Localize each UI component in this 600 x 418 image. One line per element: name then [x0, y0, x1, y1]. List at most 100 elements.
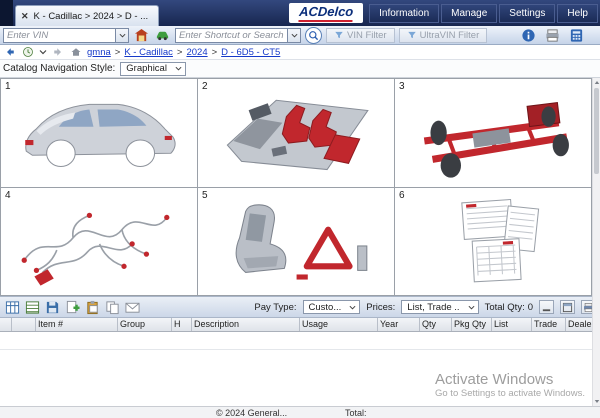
menu-help[interactable]: Help — [557, 4, 598, 23]
scroll-down-icon[interactable] — [593, 397, 600, 406]
home-icon[interactable] — [69, 46, 83, 59]
title-bar: ✕ K - Cadillac > 2024 > D - ... ACDelco … — [0, 0, 600, 26]
seat-warning-triangle-illustration — [209, 193, 382, 290]
history-icon[interactable] — [21, 46, 35, 59]
column-header-year[interactable]: Year — [378, 318, 420, 331]
scrollbar-thumb[interactable] — [594, 88, 599, 174]
search-icon — [308, 30, 319, 41]
breadcrumb-bar: gmna > K - Cadillac > 2024 > D - 6D5 - C… — [0, 45, 600, 60]
breadcrumb-separator: > — [177, 47, 183, 58]
column-header-h[interactable]: H — [172, 318, 192, 331]
search-dropdown-button[interactable] — [287, 28, 301, 43]
minimize-icon[interactable] — [539, 300, 554, 314]
catalog-cell-wiring[interactable]: 4 — [1, 188, 198, 297]
acdelco-logo: ACDelco — [289, 3, 363, 23]
cell-number: 3 — [399, 81, 405, 92]
cell-number: 5 — [202, 190, 208, 201]
total-qty: Total Qty: 0 — [485, 302, 533, 313]
forward-arrow-icon[interactable] — [51, 46, 65, 59]
shortcut-search-input[interactable] — [175, 28, 287, 43]
toolbar-right-icons — [520, 27, 585, 43]
column-header-qty[interactable]: Qty — [420, 318, 452, 331]
calculator-icon[interactable] — [568, 27, 585, 43]
catalog-cell-body[interactable]: 1 — [1, 79, 198, 188]
catalog-cell-chassis[interactable]: 3 — [395, 79, 592, 188]
breadcrumb-make[interactable]: K - Cadillac — [124, 47, 173, 58]
add-item-icon[interactable] — [64, 299, 81, 315]
panel-icon[interactable] — [560, 300, 575, 314]
breadcrumb-gmna[interactable]: gmna — [87, 47, 111, 58]
info-icon[interactable] — [520, 27, 537, 43]
main-toolbar: VIN Filter UltraVIN Filter — [0, 26, 600, 45]
chevron-down-icon — [349, 304, 356, 311]
column-header-pkg-qty[interactable]: Pkg Qty — [452, 318, 492, 331]
column-header-select[interactable] — [0, 318, 12, 331]
vertical-scrollbar[interactable] — [592, 78, 600, 406]
column-header-trade[interactable]: Trade — [532, 318, 566, 331]
save-icon[interactable] — [44, 299, 61, 315]
chevron-down-icon — [175, 65, 182, 72]
menu-settings[interactable]: Settings — [499, 4, 555, 23]
app-icon — [0, 0, 13, 26]
cell-number: 6 — [399, 190, 405, 201]
cart-settings: Pay Type: Custo... Prices: List, Trade .… — [254, 300, 596, 314]
pay-type-select[interactable]: Custo... — [303, 300, 361, 314]
column-header-item[interactable]: Item # — [36, 318, 118, 331]
back-arrow-icon[interactable] — [3, 46, 17, 59]
vin-filter-toggle[interactable]: VIN Filter — [326, 28, 395, 43]
status-bar: © 2024 General... Total: — [0, 406, 600, 418]
scroll-up-icon[interactable] — [593, 78, 600, 87]
catalog-style-bar: Catalog Navigation Style: Graphical — [0, 60, 600, 78]
filter-icon — [334, 30, 344, 40]
breadcrumb-separator: > — [115, 47, 121, 58]
pay-type-label: Pay Type: — [254, 302, 296, 313]
chassis-illustration — [406, 84, 579, 181]
ultravin-filter-toggle[interactable]: UltraVIN Filter — [399, 28, 488, 43]
catalog-cell-seat-accessories[interactable]: 5 — [198, 188, 395, 297]
catalog-tab[interactable]: ✕ K - Cadillac > 2024 > D - ... — [15, 5, 159, 26]
parts-table-header: Item # Group H Description Usage Year Qt… — [0, 318, 600, 332]
vin-filter-label: VIN Filter — [347, 30, 387, 41]
list-icon[interactable] — [24, 299, 41, 315]
cart-toolbar: Pay Type: Custo... Prices: List, Trade .… — [0, 296, 600, 318]
column-header-description[interactable]: Description — [192, 318, 300, 331]
garage-icon[interactable] — [133, 27, 150, 43]
tab-close-icon[interactable]: ✕ — [21, 11, 29, 22]
vin-input[interactable] — [3, 28, 115, 43]
breadcrumb-year[interactable]: 2024 — [186, 47, 207, 58]
column-header-usage[interactable]: Usage — [300, 318, 378, 331]
menu-information[interactable]: Information — [369, 4, 439, 23]
catalog-cell-interior[interactable]: 2 — [198, 79, 395, 188]
car-icon[interactable] — [154, 27, 171, 43]
acdelco-logo-text: ACDelco — [298, 5, 353, 22]
search-button[interactable] — [305, 27, 322, 44]
total-label: Total: — [345, 408, 367, 418]
ultravin-filter-label: UltraVIN Filter — [420, 30, 480, 41]
history-dropdown-icon[interactable] — [39, 46, 47, 59]
copy-icon[interactable] — [104, 299, 121, 315]
cell-number: 2 — [202, 81, 208, 92]
menu-manage[interactable]: Manage — [441, 4, 497, 23]
car-body-illustration — [12, 84, 185, 181]
breadcrumb-model[interactable]: D - 6D5 - CT5 — [221, 47, 280, 58]
vin-dropdown-button[interactable] — [115, 28, 129, 43]
catalog-style-select[interactable]: Graphical — [120, 62, 186, 76]
interior-seats-illustration — [209, 84, 382, 181]
catalog-cell-labels[interactable]: 6 — [395, 188, 592, 297]
titlebar-menu: ACDelco Information Manage Settings Help — [289, 3, 600, 26]
column-header-row[interactable] — [12, 318, 36, 331]
tab-label: K - Cadillac > 2024 > D - ... — [34, 11, 149, 22]
filter-icon — [407, 30, 417, 40]
catalog-style-label: Catalog Navigation Style: — [3, 63, 115, 74]
prices-select[interactable]: List, Trade .. — [401, 300, 478, 314]
column-header-group[interactable]: Group — [118, 318, 172, 331]
worksheet-icon[interactable] — [4, 299, 21, 315]
vin-input-group — [3, 28, 129, 43]
wiring-harness-illustration — [12, 193, 185, 290]
shortcut-search-group — [175, 28, 301, 43]
print-icon[interactable] — [544, 27, 561, 43]
application-window: ✕ K - Cadillac > 2024 > D - ... ACDelco … — [0, 0, 600, 418]
column-header-list[interactable]: List — [492, 318, 532, 331]
paste-icon[interactable] — [84, 299, 101, 315]
email-icon[interactable] — [124, 299, 141, 315]
